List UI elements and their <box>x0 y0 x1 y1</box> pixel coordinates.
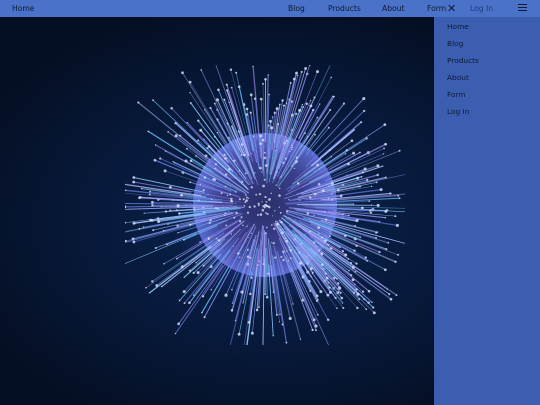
drawer-item-products[interactable]: Products <box>447 56 479 65</box>
nav-home-link[interactable]: Home <box>12 0 34 17</box>
nav-login-link[interactable]: Log In <box>470 0 493 17</box>
nav-products-link[interactable]: Products <box>328 0 361 17</box>
nav-blog-link[interactable]: Blog <box>288 0 305 17</box>
side-drawer-menu: Home Blog Products About Form Log In <box>434 17 540 405</box>
drawer-item-about[interactable]: About <box>447 73 469 82</box>
hamburger-menu-icon[interactable] <box>518 4 527 13</box>
sea-urchin-image <box>125 65 405 345</box>
nav-about-link[interactable]: About <box>382 0 404 17</box>
drawer-item-blog[interactable]: Blog <box>447 39 463 48</box>
top-navbar: Home Blog Products About Form ✕ Log In <box>0 0 540 17</box>
drawer-item-home[interactable]: Home <box>447 22 469 31</box>
drawer-item-login[interactable]: Log In <box>447 107 469 116</box>
drawer-item-form[interactable]: Form <box>447 90 466 99</box>
close-icon[interactable]: ✕ <box>447 1 456 16</box>
nav-form-link[interactable]: Form <box>427 0 446 17</box>
